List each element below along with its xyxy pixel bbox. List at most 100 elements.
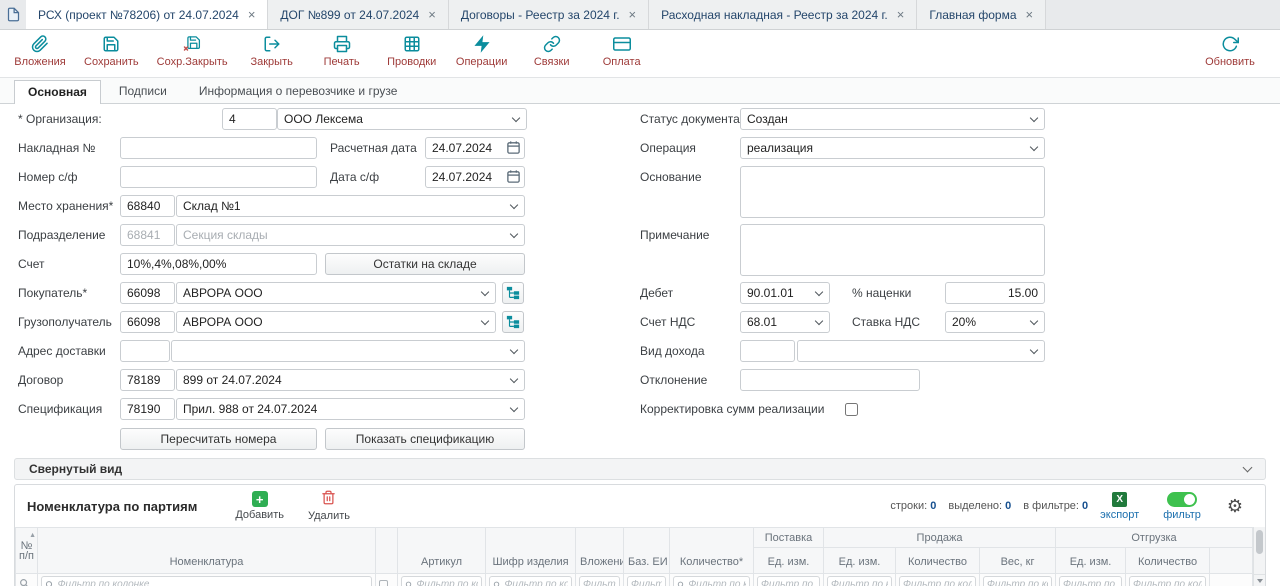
add-row-button[interactable]: + Добавить [235,491,284,521]
print-button[interactable]: Печать [316,35,368,68]
collapsed-view-bar[interactable]: Свернутый вид [14,458,1266,480]
subtab-cargo-info[interactable]: Информация о перевозчике и грузе [185,79,412,103]
debit-select[interactable]: 90.01.01 [740,282,830,304]
grid-vertical-scrollbar[interactable] [1253,527,1265,586]
scrollbar-thumb[interactable] [1256,530,1263,554]
filter-input[interactable] [987,579,1048,586]
column-header-weight[interactable]: Вес, кг [980,548,1056,574]
spec-code-input[interactable] [120,398,175,420]
column-header-supply-unit[interactable]: Ед. изм. [754,548,824,574]
consignee-tree-button[interactable] [502,311,524,333]
buyer-tree-button[interactable] [502,282,524,304]
close-icon[interactable]: × [1026,8,1034,21]
filter-input[interactable] [583,579,616,586]
column-header-ship-unit[interactable]: Ед. изм. [1056,548,1126,574]
column-header-attachments[interactable]: Вложения [576,528,624,574]
grid-toolbar: Номенклатура по партиям + Добавить Удали… [15,485,1265,527]
contract-code-input[interactable] [120,369,175,391]
spec-select[interactable]: Прил. 988 от 24.07.2024 [176,398,525,420]
operation-select[interactable]: реализация [740,137,1045,159]
account-input[interactable] [120,253,317,275]
column-header-quantity[interactable]: Количество* [670,528,754,574]
delete-row-button[interactable]: Удалить [308,490,350,522]
settings-gear-icon[interactable]: ⚙ [1227,497,1243,515]
export-button[interactable]: X экспорт [1100,492,1139,521]
org-code-input[interactable] [222,108,277,130]
scrollbar-down-button[interactable] [1254,574,1265,586]
calendar-icon[interactable] [506,140,521,155]
tab-contracts-registry[interactable]: Договоры - Реестр за 2024 г. × [449,0,649,29]
division-select[interactable]: Секция склады [176,224,525,246]
markup-input[interactable] [945,282,1045,304]
spec-label: Спецификация [18,398,102,420]
filter-input[interactable] [631,579,662,586]
column-header-num[interactable]: № п/п▲ [16,528,38,574]
address-code-input[interactable] [120,340,170,362]
filter-input[interactable] [831,579,888,586]
filter-input[interactable] [688,579,746,586]
subtab-signatures[interactable]: Подписи [105,79,181,103]
save-close-button[interactable]: Сохр.Закрыть [157,35,228,68]
calendar-icon[interactable] [506,169,521,184]
vat-rate-select[interactable]: 20% [945,311,1045,333]
deviation-input[interactable] [740,369,920,391]
links-button[interactable]: Связки [526,35,578,68]
filter-input[interactable] [416,579,478,586]
save-button[interactable]: Сохранить [84,35,139,68]
basis-textarea[interactable] [740,166,1045,218]
recalc-numbers-button[interactable]: Пересчитать номера [120,428,317,450]
cell-options-icon[interactable] [379,580,388,586]
tab-dog-899[interactable]: ДОГ №899 от 24.07.2024 × [268,0,448,29]
sf-no-input[interactable] [120,166,317,188]
filter-toggle[interactable]: фильтр [1163,492,1201,521]
filter-input[interactable] [761,579,816,586]
buyer-code-input[interactable] [120,282,175,304]
vat-account-select[interactable]: 68.01 [740,311,830,333]
org-select[interactable]: ООО Лексема [277,108,527,130]
filter-input[interactable] [1133,579,1202,586]
division-code-input[interactable] [120,224,175,246]
tab-rsh-project[interactable]: РСХ (проект №78206) от 24.07.2024 × [26,0,268,29]
income-type-code-input[interactable] [740,340,795,362]
close-icon[interactable]: × [428,8,436,21]
stock-balance-button[interactable]: Остатки на складе [325,253,525,275]
close-icon[interactable]: × [897,8,905,21]
attachments-button[interactable]: Вложения [14,35,66,68]
division-value: Секция склады [183,228,511,242]
close-icon[interactable]: × [248,8,256,21]
close-button[interactable]: Закрыть [246,35,298,68]
column-header-product-code[interactable]: Шифр изделия [486,528,576,574]
show-spec-button[interactable]: Показать спецификацию [325,428,525,450]
status-select[interactable]: Создан [740,108,1045,130]
consignee-code-input[interactable] [120,311,175,333]
filter-input[interactable] [504,579,568,586]
storage-select[interactable]: Склад №1 [176,195,525,217]
column-header-sale-unit[interactable]: Ед. изм. [824,548,896,574]
refresh-button[interactable]: Обновить [1204,35,1256,68]
correction-checkbox[interactable] [845,403,858,416]
subtab-main[interactable]: Основная [14,80,101,104]
consignee-select[interactable]: АВРОРА ООО [176,311,496,333]
filter-input[interactable] [903,579,972,586]
postings-button[interactable]: Проводки [386,35,438,68]
filter-input[interactable] [58,579,368,586]
note-textarea[interactable] [740,224,1045,276]
column-header-article[interactable]: Артикул [398,528,486,574]
storage-code-input[interactable] [120,195,175,217]
column-header-ship-quantity[interactable]: Количество [1126,548,1210,574]
tab-main-form[interactable]: Главная форма × [917,0,1046,29]
tab-invoice-registry[interactable]: Расходная накладная - Реестр за 2024 г. … [649,0,917,29]
address-select[interactable] [171,340,525,362]
invoice-no-input[interactable] [120,137,317,159]
filter-input[interactable] [1063,579,1118,586]
column-header-base-unit[interactable]: Баз. ЕИ [624,528,670,574]
column-header-nomenclature[interactable]: Номенклатура [38,528,376,574]
column-header-sale-quantity[interactable]: Количество [896,548,980,574]
buyer-select[interactable]: АВРОРА ООО [176,282,496,304]
close-icon[interactable]: × [629,8,637,21]
magnifier-icon [19,578,30,586]
contract-select[interactable]: 899 от 24.07.2024 [176,369,525,391]
income-type-select[interactable] [797,340,1045,362]
payment-button[interactable]: Оплата [596,35,648,68]
operations-button[interactable]: Операции [456,35,508,68]
